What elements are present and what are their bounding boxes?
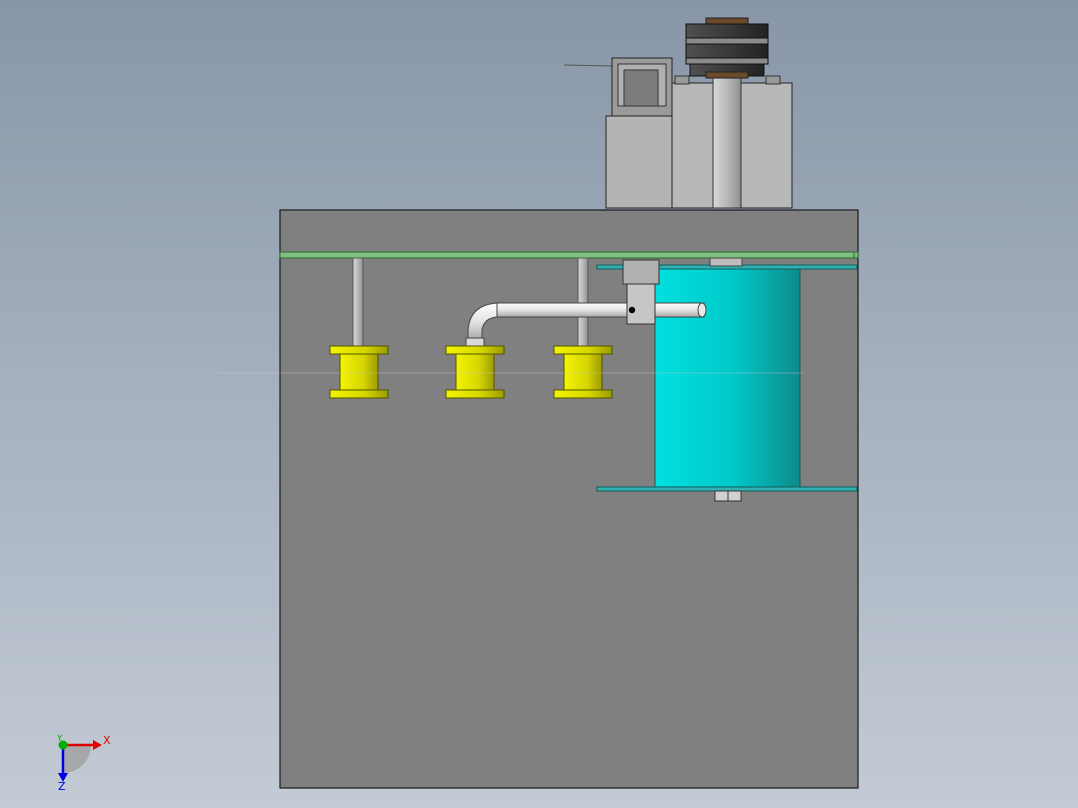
fitting-bolt: [628, 306, 636, 314]
cable-line: [563, 64, 613, 67]
drive-shaft: [712, 77, 742, 209]
rod-left: [352, 257, 364, 349]
green-rail: [279, 251, 859, 259]
model-view: X Y Z: [56, 17, 859, 793]
cad-viewport[interactable]: X Y Z: [0, 0, 1078, 808]
tank-body: [654, 268, 801, 488]
top-drive-assembly[interactable]: [563, 17, 793, 209]
pulley: [685, 17, 769, 79]
fitting-tee: [626, 283, 656, 325]
x-axis-label: X: [103, 734, 111, 747]
fitting-top: [622, 259, 660, 285]
z-axis-label: Z: [58, 780, 66, 793]
tank-bottom-flange: [596, 486, 858, 492]
y-axis-label: Y: [56, 734, 63, 744]
gearbox-lower: [605, 115, 679, 209]
horizontal-pipe: [493, 302, 705, 318]
axis-triad: X Y Z: [56, 734, 111, 793]
